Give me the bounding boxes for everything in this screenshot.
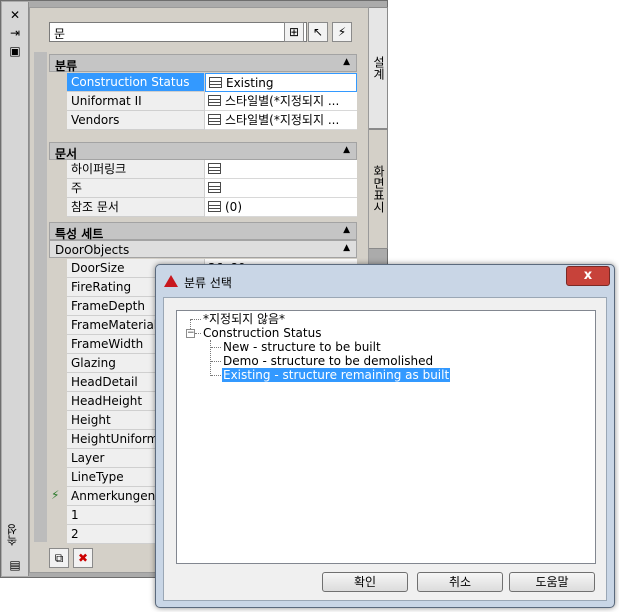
worksheet-icon[interactable]	[208, 201, 221, 212]
tree-line	[210, 340, 211, 376]
property-value[interactable]: 스타일별(*지정되지 ...	[205, 92, 357, 111]
property-value[interactable]: Existing	[205, 73, 357, 92]
remove-property-sets-icon[interactable]: ✖	[73, 548, 93, 568]
classification-icon	[208, 114, 221, 125]
property-row[interactable]: Construction Status Existing	[49, 73, 357, 92]
property-value[interactable]: 스타일별(*지정되지 ...	[205, 111, 357, 130]
tree-node-demo[interactable]: Demo - structure to be demolished	[223, 354, 433, 368]
quick-select-icon[interactable]: ⚡	[332, 22, 352, 42]
cancel-button[interactable]: 취소	[417, 572, 503, 592]
object-type-value: 문	[54, 27, 66, 41]
worksheet-icon[interactable]	[208, 163, 221, 174]
tree-line	[195, 333, 201, 334]
toggle-pickadd-icon[interactable]: ⊞	[284, 22, 304, 42]
section-documents[interactable]: 문서 ▲	[49, 142, 357, 161]
help-button[interactable]: 도움말	[509, 572, 595, 592]
dialog-title: 분류 선택	[184, 276, 232, 290]
property-value[interactable]: (0)	[205, 198, 357, 217]
tree-node-new[interactable]: New - structure to be built	[223, 340, 381, 354]
tree-expander-icon[interactable]: −	[186, 329, 195, 338]
classification-icon	[208, 95, 221, 106]
select-classification-dialog: 분류 선택 x *지정되지 않음* − Construction Status …	[155, 264, 615, 608]
select-objects-icon[interactable]: ↖	[308, 22, 328, 42]
collapse-icon[interactable]: ▲	[343, 145, 350, 155]
dialog-titlebar[interactable]: 분류 선택 x	[156, 265, 614, 295]
section-door-objects[interactable]: DoorObjects ▲	[49, 240, 357, 258]
tab-display[interactable]: 화면표시	[369, 129, 388, 249]
add-property-sets-icon[interactable]: ⧉	[49, 548, 69, 568]
close-icon[interactable]: ✕	[8, 8, 22, 22]
tree-line	[191, 319, 201, 320]
worksheet-icon[interactable]	[208, 182, 221, 193]
tree-node-existing[interactable]: Existing - structure remaining as built	[222, 368, 451, 382]
collapse-icon[interactable]: ▲	[343, 243, 350, 253]
tree-node-not-specified[interactable]: *지정되지 않음*	[203, 312, 285, 326]
collapse-icon[interactable]: ▲	[343, 57, 350, 67]
property-row[interactable]: 참조 문서 (0)	[49, 198, 357, 217]
section-classification[interactable]: 분류 ▲	[49, 54, 357, 73]
property-row[interactable]: 주	[49, 179, 357, 198]
collapse-icon[interactable]: ▲	[343, 225, 350, 235]
property-row[interactable]: Vendors 스타일별(*지정되지 ...	[49, 111, 357, 130]
properties-menu-icon[interactable]: ▣	[8, 44, 22, 58]
tree-line	[211, 375, 221, 376]
section-property-sets[interactable]: 특성 세트 ▲	[49, 222, 357, 241]
anmerkungen-icon: ⚡	[51, 488, 60, 502]
palette-title: 속성	[6, 524, 19, 546]
property-name: 하이퍼링크	[67, 160, 205, 179]
palette-title-strip: ✕ ⇥ ▣ 속성 ▤	[2, 2, 29, 576]
tree-node-construction-status[interactable]: Construction Status	[203, 326, 321, 340]
auto-hide-icon[interactable]: ⇥	[8, 26, 22, 40]
property-name: 참조 문서	[67, 198, 205, 217]
section-title: 분류	[55, 59, 78, 73]
palette-settings-icon[interactable]: ▤	[8, 558, 22, 572]
property-name: Vendors	[67, 111, 205, 130]
dialog-client: *지정되지 않음* − Construction Status New - st…	[163, 297, 607, 601]
scrollbar[interactable]	[34, 52, 47, 542]
property-name: Construction Status	[67, 73, 205, 92]
property-value[interactable]	[205, 179, 357, 198]
ok-button[interactable]: 확인	[322, 572, 408, 592]
tree-line	[211, 347, 221, 348]
object-type-combo[interactable]: 문 ▼	[49, 22, 307, 42]
section-title: DoorObjects	[55, 243, 130, 257]
property-row[interactable]: 하이퍼링크	[49, 160, 357, 179]
close-button[interactable]: x	[566, 266, 610, 286]
tab-design[interactable]: 설계	[369, 7, 388, 129]
classification-tree[interactable]: *지정되지 않음* − Construction Status New - st…	[176, 310, 596, 564]
tree-line	[211, 361, 221, 362]
property-row[interactable]: Uniformat II 스타일별(*지정되지 ...	[49, 92, 357, 111]
classification-icon	[209, 77, 222, 88]
property-name: 주	[67, 179, 205, 198]
app-logo-icon	[164, 275, 178, 287]
property-value[interactable]	[205, 160, 357, 179]
property-name: Uniformat II	[67, 92, 205, 111]
